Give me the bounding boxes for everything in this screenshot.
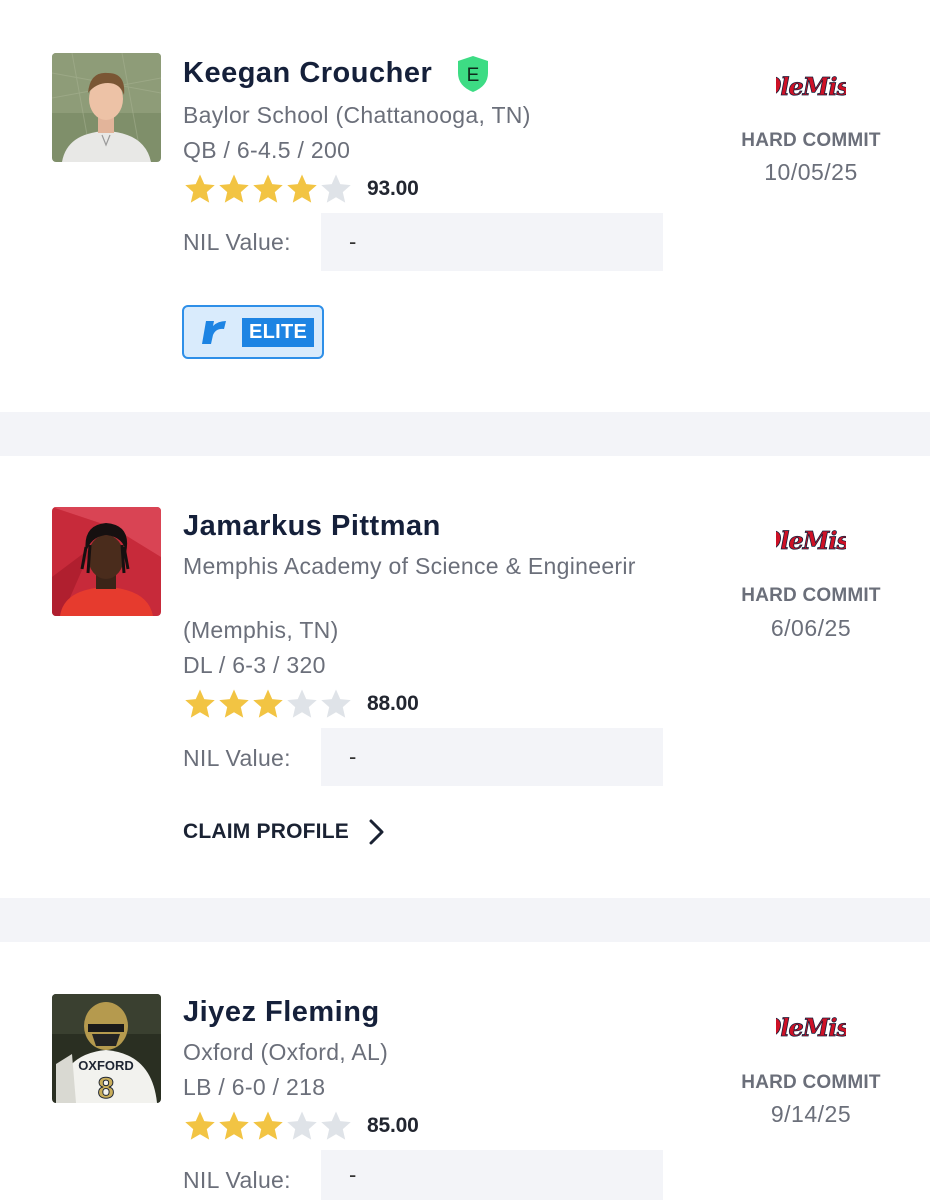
star-empty-icon — [285, 687, 319, 721]
player-photo-image — [52, 507, 161, 616]
player-photo-image — [52, 53, 161, 162]
claim-profile-label: CLAIM PROFILE — [183, 820, 349, 843]
nil-value: - — [349, 229, 357, 254]
nil-value: - — [349, 744, 357, 769]
chevron-right-icon — [365, 818, 387, 846]
jersey-number: 8 — [98, 1072, 115, 1103]
player-photo[interactable]: OXFORD 8 — [52, 994, 161, 1103]
star-rating: 88.00 — [183, 687, 419, 721]
player-name[interactable]: Jamarkus Pittman — [183, 510, 441, 543]
claim-profile-link[interactable]: CLAIM PROFILE — [183, 818, 387, 846]
player-photo-image: OXFORD 8 — [52, 994, 161, 1103]
nil-value-label: NIL Value: — [183, 1167, 291, 1193]
nil-value: - — [349, 1162, 357, 1187]
star-filled-icon — [251, 687, 285, 721]
player-photo[interactable] — [52, 507, 161, 616]
commit-date: 10/05/25 — [764, 159, 858, 185]
elite-label: ELITE — [242, 317, 315, 347]
star-filled-icon — [285, 172, 319, 206]
star-empty-icon — [319, 1109, 353, 1143]
commit-date: 9/14/25 — [770, 1101, 852, 1127]
card-separator — [0, 412, 930, 456]
star-filled-icon — [183, 172, 217, 206]
rating-score: 85.00 — [367, 1114, 419, 1137]
commit-status: HARD COMMIT — [741, 1072, 881, 1093]
jersey-text: OXFORD — [78, 1058, 134, 1073]
star-empty-icon — [285, 1109, 319, 1143]
star-empty-icon — [319, 172, 353, 206]
star-filled-icon — [217, 172, 251, 206]
star-filled-icon — [217, 687, 251, 721]
e-badge-icon: E — [456, 55, 490, 93]
nil-value-label: NIL Value: — [183, 229, 291, 255]
badge-letter: E — [467, 65, 480, 86]
ole-miss-logo[interactable]: OleMiss — [776, 67, 846, 107]
school-location: (Memphis, TN) — [183, 617, 339, 643]
school-name: Memphis Academy of Science & Engineerir — [183, 553, 636, 579]
recruit-card-2[interactable]: Jamarkus Pittman Memphis Academy of Scie… — [0, 456, 930, 898]
rating-score: 88.00 — [367, 692, 419, 715]
star-rating: 85.00 — [183, 1109, 419, 1143]
card-separator — [0, 898, 930, 942]
ole-miss-logo[interactable]: OleMiss — [776, 1008, 846, 1048]
star-filled-icon — [251, 172, 285, 206]
recruit-card-1[interactable]: Keegan Croucher E Baylor School (Chattan… — [0, 0, 930, 412]
star-empty-icon — [319, 687, 353, 721]
svg-text:OleMiss: OleMiss — [776, 526, 846, 555]
nil-value-field: - — [321, 1150, 663, 1200]
star-filled-icon — [217, 1109, 251, 1143]
rating-score: 93.00 — [367, 177, 419, 200]
commit-status: HARD COMMIT — [741, 130, 881, 151]
school-name: Oxford (Oxford, AL) — [183, 1039, 389, 1065]
commit-status: HARD COMMIT — [741, 585, 881, 606]
nil-value-field: - — [321, 213, 663, 271]
rivals-r-icon — [198, 317, 230, 347]
star-rating: 93.00 — [183, 172, 419, 206]
commit-date: 6/06/25 — [770, 615, 852, 641]
star-filled-icon — [183, 687, 217, 721]
star-filled-icon — [251, 1109, 285, 1143]
svg-text:OleMiss: OleMiss — [776, 72, 846, 101]
nil-value-label: NIL Value: — [183, 745, 291, 771]
position-height-weight: LB / 6-0 / 218 — [183, 1074, 326, 1100]
elite-badge-button[interactable]: ELITE — [182, 305, 324, 359]
position-height-weight: QB / 6-4.5 / 200 — [183, 137, 351, 163]
position-height-weight: DL / 6-3 / 320 — [183, 652, 326, 678]
player-name[interactable]: Jiyez Fleming — [183, 996, 380, 1029]
star-filled-icon — [183, 1109, 217, 1143]
school-name: Baylor School (Chattanooga, TN) — [183, 102, 531, 128]
ole-miss-logo[interactable]: OleMiss — [776, 521, 846, 561]
recruit-card-3[interactable]: OXFORD 8 Jiyez Fleming Oxford (Oxford, A… — [0, 942, 930, 1200]
player-name[interactable]: Keegan Croucher — [183, 57, 432, 90]
nil-value-field: - — [321, 728, 663, 786]
svg-text:OleMiss: OleMiss — [776, 1013, 846, 1042]
player-photo[interactable] — [52, 53, 161, 162]
